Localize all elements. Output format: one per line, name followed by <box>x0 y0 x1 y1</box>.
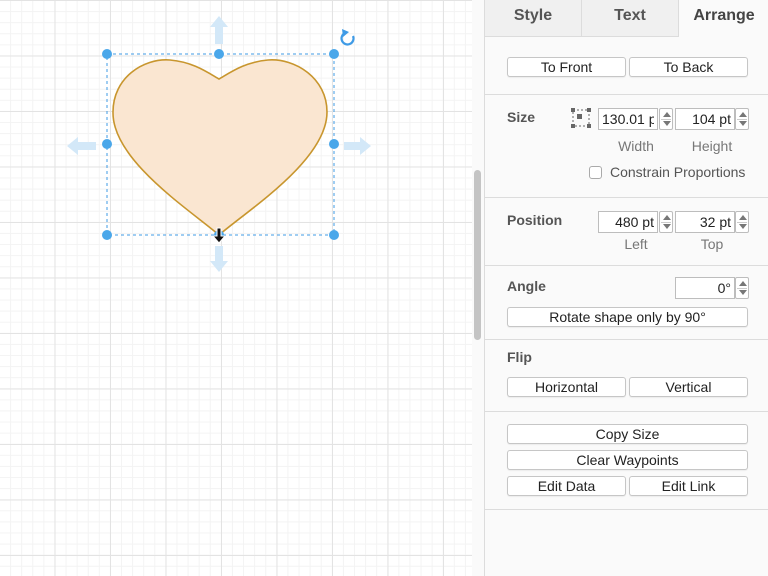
height-stepper[interactable] <box>735 108 749 130</box>
divider <box>485 94 768 95</box>
tab-text[interactable]: Text <box>582 0 679 37</box>
angle-label: Angle <box>507 278 546 294</box>
copy-size-button[interactable]: Copy Size <box>507 424 748 444</box>
handle-bottom-left <box>102 230 112 240</box>
size-label: Size <box>507 109 536 125</box>
divider <box>485 411 768 412</box>
rotate-icon[interactable] <box>340 29 355 46</box>
edit-link-button[interactable]: Edit Link <box>629 476 748 496</box>
constrain-proportions-label: Constrain Proportions <box>610 164 746 180</box>
divider <box>485 265 768 266</box>
to-front-button[interactable]: To Front <box>507 57 626 77</box>
top-caption: Top <box>700 236 724 252</box>
arrow-up-icon <box>210 16 228 44</box>
left-stepper[interactable] <box>659 211 673 233</box>
divider <box>485 509 768 510</box>
arrow-left-icon <box>67 137 96 155</box>
position-label: Position <box>507 212 563 228</box>
resize-icon[interactable] <box>570 107 592 129</box>
angle-input[interactable] <box>675 277 735 299</box>
handle-left <box>102 139 112 149</box>
arrow-right-icon <box>344 137 371 155</box>
top-stepper[interactable] <box>735 211 749 233</box>
angle-stepper[interactable] <box>735 277 749 299</box>
left-input[interactable] <box>598 211 658 233</box>
left-caption: Left <box>624 236 648 252</box>
tab-arrange[interactable]: Arrange <box>679 0 768 37</box>
divider <box>485 197 768 198</box>
handle-right <box>329 139 339 149</box>
to-back-button[interactable]: To Back <box>629 57 748 77</box>
flip-vertical-button[interactable]: Vertical <box>629 377 748 397</box>
handle-bottom-right <box>329 230 339 240</box>
width-caption: Width <box>618 138 654 154</box>
handle-top <box>214 49 224 59</box>
divider <box>485 339 768 340</box>
heart-shape[interactable] <box>112 59 328 237</box>
format-panel: Style Text Arrange To Front To Back Size… <box>484 0 768 576</box>
height-caption: Height <box>691 138 733 154</box>
canvas-drawing <box>67 16 371 272</box>
flip-horizontal-button[interactable]: Horizontal <box>507 377 626 397</box>
arrow-down-icon <box>210 246 228 272</box>
width-stepper[interactable] <box>659 108 673 130</box>
handle-top-right <box>329 49 339 59</box>
edit-data-button[interactable]: Edit Data <box>507 476 626 496</box>
height-input[interactable] <box>675 108 735 130</box>
diagram-canvas[interactable] <box>0 0 472 576</box>
format-tabs: Style Text Arrange <box>485 0 768 37</box>
handle-top-left <box>102 49 112 59</box>
tab-style[interactable]: Style <box>485 0 582 37</box>
flip-label: Flip <box>507 349 532 365</box>
scrollbar-thumb[interactable] <box>474 170 481 340</box>
clear-waypoints-button[interactable]: Clear Waypoints <box>507 450 748 470</box>
width-input[interactable] <box>598 108 658 130</box>
constrain-proportions-checkbox[interactable] <box>589 166 602 179</box>
top-input[interactable] <box>675 211 735 233</box>
rotate-90-button[interactable]: Rotate shape only by 90° <box>507 307 748 327</box>
